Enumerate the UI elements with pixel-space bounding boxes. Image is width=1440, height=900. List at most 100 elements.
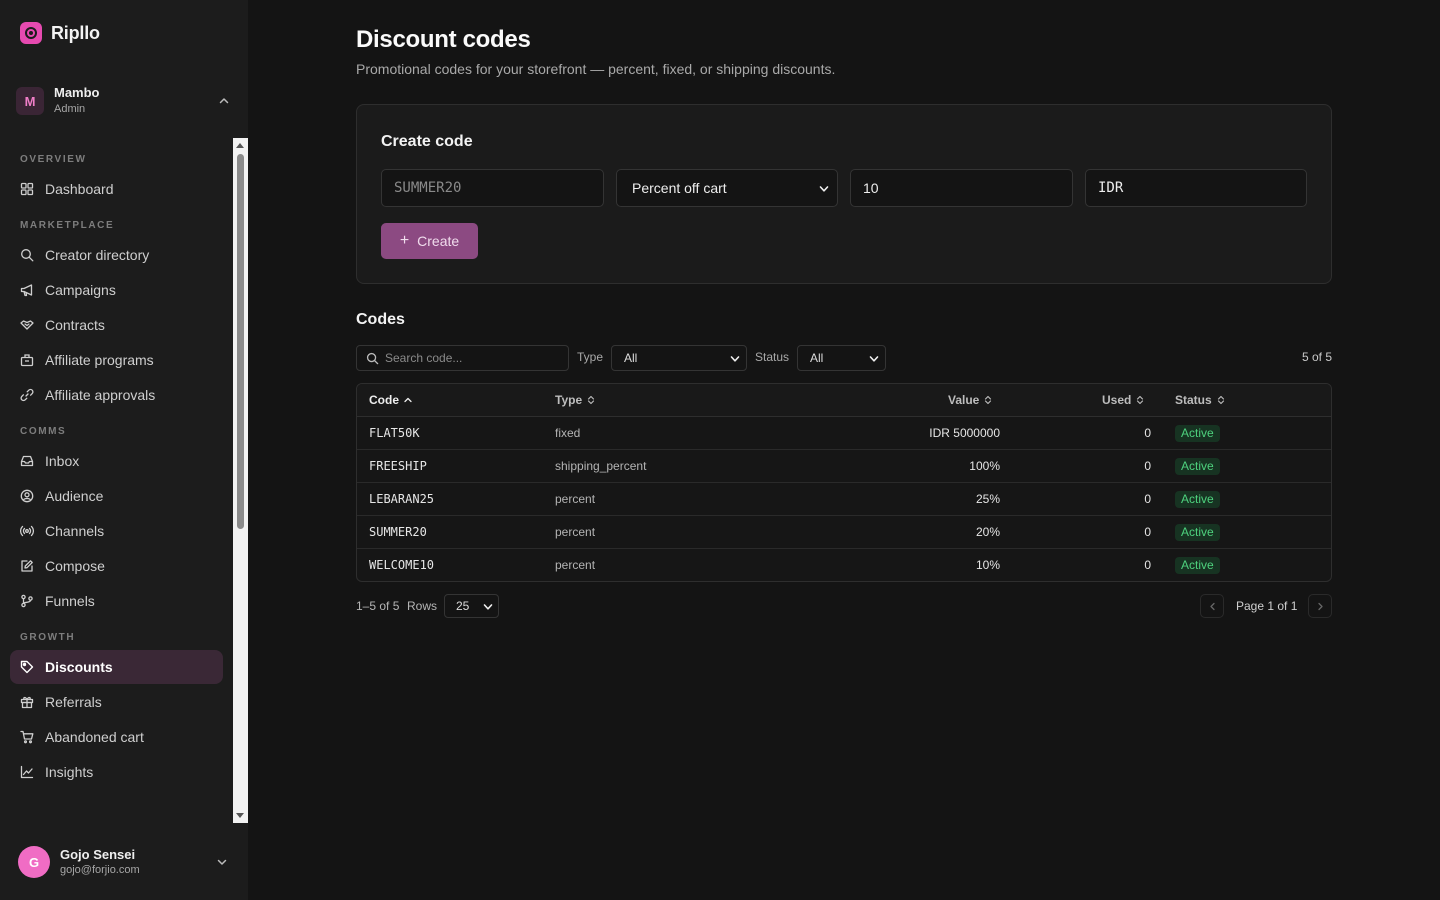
sidebar-item-affiliate-approvals[interactable]: Affiliate approvals: [10, 378, 223, 412]
currency-input[interactable]: IDR: [1085, 169, 1307, 207]
cell-code: FREESHIP: [369, 459, 427, 473]
chevron-up-icon: [219, 98, 229, 104]
cell-value: 25%: [975, 492, 1000, 506]
value-input[interactable]: 10: [850, 169, 1073, 207]
sidebar-item-label: Contracts: [45, 317, 105, 333]
column-header-value[interactable]: Value: [948, 393, 992, 407]
broadcast-icon: [20, 525, 34, 537]
cell-code: FLAT50K: [369, 426, 420, 440]
column-header-label: Used: [1102, 393, 1132, 407]
nav-section-label: OVERVIEW: [20, 154, 87, 165]
user-circle-icon: [20, 489, 34, 503]
sidebar-item-inbox[interactable]: Inbox: [10, 444, 223, 478]
sidebar-item-insights[interactable]: Insights: [10, 755, 223, 789]
plus-icon: +: [399, 232, 410, 249]
sidebar-item-affiliate-programs[interactable]: Affiliate programs: [10, 343, 223, 377]
sidebar-item-abandoned-cart[interactable]: Abandoned cart: [10, 720, 223, 754]
sort-icon: [985, 395, 992, 405]
status-filter-label: Status: [755, 350, 790, 364]
scroll-up-arrow-icon[interactable]: [236, 143, 244, 148]
cell-type: percent: [555, 525, 596, 539]
cart-icon: [20, 730, 34, 744]
status-filter-select[interactable]: All: [797, 345, 886, 371]
search-input[interactable]: Search code...: [356, 345, 569, 371]
codes-filters: Search code... Type All Status All 5 of …: [356, 345, 1332, 371]
type-filter-value: All: [624, 351, 638, 365]
scrollbar-thumb[interactable]: [237, 154, 244, 529]
cell-type: shipping_percent: [555, 459, 647, 473]
workspace-avatar: M: [16, 87, 44, 115]
chevron-down-icon: [819, 186, 829, 192]
cell-used: 0: [1144, 492, 1151, 506]
workspace-switcher[interactable]: M Mambo Admin: [16, 84, 234, 118]
chevron-down-icon: [730, 356, 740, 362]
table-row[interactable]: LEBARAN25 percent 25% 0 Active: [357, 483, 1331, 516]
link-icon: [20, 388, 34, 402]
sidebar-item-channels[interactable]: Channels: [10, 514, 223, 548]
column-header-label: Code: [369, 393, 399, 407]
status-badge: Active: [1175, 491, 1220, 508]
scroll-down-arrow-icon[interactable]: [236, 813, 244, 818]
sidebar-item-discounts[interactable]: Discounts: [10, 650, 223, 684]
table-row[interactable]: FLAT50K fixed IDR 5000000 0 Active: [357, 417, 1331, 450]
status-badge: Active: [1175, 425, 1220, 442]
rows-per-page-label: Rows: [407, 599, 438, 613]
column-header-type[interactable]: Type: [555, 393, 595, 407]
sidebar-item-label: Audience: [45, 488, 104, 504]
user-email: gojo@forjio.com: [60, 864, 140, 877]
cell-used: 0: [1144, 426, 1151, 440]
sidebar-item-label: Channels: [45, 523, 105, 539]
cell-code: SUMMER20: [369, 525, 427, 539]
sidebar-item-label: Campaigns: [45, 282, 116, 298]
brand-name: Ripllo: [51, 22, 100, 43]
grid-icon: [20, 182, 34, 196]
sidebar-item-creator-directory[interactable]: Creator directory: [10, 238, 223, 272]
code-input[interactable]: SUMMER20: [381, 169, 604, 207]
sidebar-item-compose[interactable]: Compose: [10, 549, 223, 583]
cell-type: fixed: [555, 426, 581, 440]
discount-type-value: Percent off cart: [632, 180, 727, 196]
brand[interactable]: Ripllo: [20, 22, 100, 44]
sidebar-item-audience[interactable]: Audience: [10, 479, 223, 513]
edit-icon: [21, 560, 33, 572]
cell-code: WELCOME10: [369, 558, 435, 572]
status-badge: Active: [1175, 458, 1220, 475]
sidebar-item-contracts[interactable]: Contracts: [10, 308, 223, 342]
column-header-label: Type: [555, 393, 583, 407]
cell-value: 20%: [975, 525, 1000, 539]
column-header-used[interactable]: Used: [1102, 393, 1144, 407]
handshake-icon: [20, 320, 34, 330]
sidebar-item-label: Affiliate programs: [45, 352, 154, 368]
type-filter-select[interactable]: All: [611, 345, 747, 371]
user-menu[interactable]: G Gojo Sensei gojo@forjio.com: [18, 844, 232, 880]
brand-logo-icon: [20, 22, 42, 44]
create-button-label: Create: [417, 233, 460, 249]
sidebar-item-label: Referrals: [45, 694, 102, 710]
prev-page-button[interactable]: [1200, 594, 1224, 618]
column-header-code[interactable]: Code: [369, 393, 412, 407]
status-badge: Active: [1175, 524, 1220, 541]
sidebar-item-dashboard[interactable]: Dashboard: [10, 172, 223, 206]
rows-per-page-value: 25: [456, 599, 470, 613]
sidebar-scrollbar[interactable]: [233, 138, 248, 823]
tag-icon: [20, 660, 34, 674]
table-row[interactable]: SUMMER20 percent 20% 0 Active: [357, 516, 1331, 549]
sidebar-item-label: Affiliate approvals: [45, 387, 156, 403]
table-row[interactable]: WELCOME10 percent 10% 0 Active: [357, 549, 1331, 581]
column-header-status[interactable]: Status: [1175, 393, 1225, 407]
sidebar-item-campaigns[interactable]: Campaigns: [10, 273, 223, 307]
sidebar-item-funnels[interactable]: Funnels: [10, 584, 223, 618]
search-placeholder: Search code...: [385, 351, 463, 365]
page-indicator: Page 1 of 1: [1236, 599, 1298, 613]
create-button[interactable]: + Create: [381, 223, 478, 259]
currency-input-text: IDR: [1098, 180, 1124, 196]
discount-type-select[interactable]: Percent off cart: [616, 169, 838, 207]
pagination-range: 1–5 of 5: [356, 599, 400, 613]
next-page-button[interactable]: [1308, 594, 1332, 618]
sidebar-item-referrals[interactable]: Referrals: [10, 685, 223, 719]
workspace-name: Mambo: [54, 85, 100, 101]
table-row[interactable]: FREESHIP shipping_percent 100% 0 Active: [357, 450, 1331, 483]
gift-icon: [20, 696, 34, 709]
rows-per-page-select[interactable]: 25: [444, 594, 499, 618]
chevron-down-icon: [483, 604, 493, 610]
